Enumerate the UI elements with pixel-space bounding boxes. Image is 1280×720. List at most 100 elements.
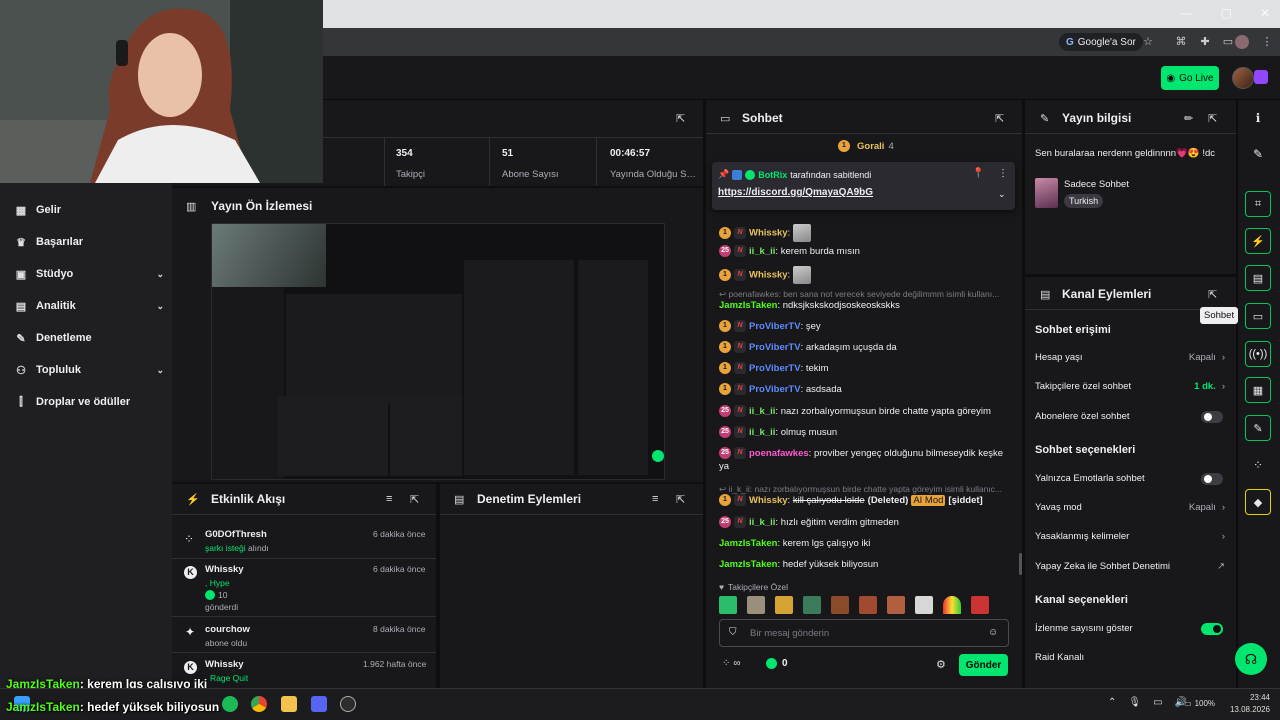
- more-options-icon[interactable]: ⋮: [998, 168, 1008, 179]
- browser-menu-icon[interactable]: ⋮: [1260, 35, 1274, 49]
- chat-message[interactable]: 1 N ProViberTV: tekim: [719, 362, 1015, 375]
- category-name[interactable]: Sadece Sohbet: [1064, 179, 1129, 190]
- emote-only-toggle[interactable]: [1201, 473, 1223, 485]
- filter-icon[interactable]: ≡: [386, 493, 392, 505]
- network-icon[interactable]: ▭: [1153, 697, 1162, 708]
- chat-username[interactable]: ii_k_ii: [749, 517, 775, 528]
- sidebar-item-analitik[interactable]: ▤ Analitik ⌄: [14, 297, 164, 315]
- popout-icon[interactable]: ⇱: [410, 493, 419, 506]
- maximize-button[interactable]: ▢: [1221, 6, 1232, 20]
- chat-message[interactable]: 1 N ProViberTV: asdsada: [719, 383, 1015, 396]
- tag-icon[interactable]: ◆: [1245, 489, 1271, 515]
- chat-message[interactable]: 1 N ProViberTV: şey: [719, 320, 1015, 333]
- popout-icon[interactable]: ⇱: [676, 112, 685, 125]
- notes-icon[interactable]: ▤: [1245, 265, 1271, 291]
- battery-indicator[interactable]: ▭ 100%: [1184, 699, 1215, 708]
- pinned-message[interactable]: 📌 BotRix tarafından sabitlendi 📍 ⋮ https…: [712, 162, 1015, 210]
- event-user[interactable]: courchow: [205, 624, 250, 635]
- chat-username[interactable]: ProViberTV: [749, 363, 801, 374]
- clip-icon[interactable]: ⌗: [1245, 191, 1271, 217]
- chat-mode-indicator[interactable]: ⁘ ∞: [722, 658, 741, 669]
- chat-username[interactable]: JamzIsTaken: [719, 538, 777, 549]
- chat-scrollbar[interactable]: [1019, 553, 1022, 575]
- chevron-up-icon[interactable]: ⌃: [1108, 697, 1116, 708]
- chat-message[interactable]: JamzIsTaken: hedef yüksek biliyosun: [719, 558, 1015, 571]
- chat-message[interactable]: 25 Npoenafawkes: proviber yengeç olduğunu…: [719, 447, 1015, 473]
- chat-username[interactable]: JamzIsTaken: [719, 559, 777, 570]
- emote-icon[interactable]: [775, 596, 793, 614]
- chat-username[interactable]: ProViberTV: [749, 384, 801, 395]
- filter-icon[interactable]: ≡: [652, 493, 658, 505]
- chat-username[interactable]: ii_k_ii: [749, 406, 775, 417]
- minimize-button[interactable]: —: [1181, 6, 1193, 20]
- user-avatar[interactable]: [1232, 67, 1254, 89]
- emote-icon[interactable]: [859, 596, 877, 614]
- subscribers-only-toggle[interactable]: [1201, 411, 1223, 423]
- edit-icon[interactable]: ✎: [1245, 141, 1271, 167]
- shapes-icon[interactable]: ⁘: [1245, 452, 1271, 478]
- banned-words-row[interactable]: Yasaklanmış kelimeler ›: [1035, 531, 1225, 542]
- popout-icon[interactable]: ⇱: [1208, 112, 1217, 125]
- category-thumbnail[interactable]: [1035, 178, 1058, 208]
- subscribers-only-row[interactable]: Abonelere özel sohbet: [1035, 411, 1225, 422]
- pinned-link[interactable]: https://discord.gg/QmayaQA9bG: [718, 187, 873, 198]
- chat-message[interactable]: 1 N ProViberTV: arkadaşım uçuşda da: [719, 341, 1015, 354]
- folder-icon[interactable]: [281, 696, 297, 712]
- emote-only-row[interactable]: Yalnızca Emotlarla sohbet: [1035, 473, 1225, 484]
- lightning-icon[interactable]: ⚡: [1245, 228, 1271, 254]
- popout-icon[interactable]: ⇱: [676, 493, 685, 506]
- chat-username[interactable]: Whissky: [749, 495, 788, 506]
- slow-mode-row[interactable]: Yavaş mod Kapalı ›: [1035, 502, 1225, 513]
- spotify-icon[interactable]: [222, 696, 238, 712]
- go-live-button[interactable]: ◉ Go Live: [1161, 66, 1219, 90]
- sidebar-item-droplar[interactable]: ⫿ Droplar ve ödüller: [14, 393, 164, 411]
- clock[interactable]: 23:44 13.08.2026: [1228, 693, 1270, 714]
- show-viewcount-row[interactable]: İzlenme sayısını göster: [1035, 623, 1225, 634]
- chevron-down-icon[interactable]: ⌄: [998, 189, 1006, 200]
- emote-icon[interactable]: [831, 596, 849, 614]
- emote-icon[interactable]: [915, 596, 933, 614]
- bookmark-star-icon[interactable]: ☆: [1141, 35, 1155, 49]
- chat-input[interactable]: ⛉ Bir mesaj gönderin ☺: [719, 619, 1009, 647]
- emote-icon[interactable]: [719, 596, 737, 614]
- sidebar-item-basarilar[interactable]: ♛ Başarılar: [14, 233, 164, 251]
- close-window-button[interactable]: ✕: [1260, 6, 1270, 20]
- chat-message[interactable]: 1 N Whissky:: [719, 266, 1015, 284]
- broadcast-icon[interactable]: ((•)): [1245, 341, 1271, 367]
- chat-username[interactable]: ii_k_ii: [749, 246, 775, 257]
- obs-icon[interactable]: [340, 696, 356, 712]
- popout-icon[interactable]: ⇱: [1208, 288, 1217, 301]
- wrench-icon[interactable]: ✎: [1245, 415, 1271, 441]
- chat-message[interactable]: 1 N Whissky: kill çalıyodu lolde (Deleted) A…: [719, 494, 1015, 507]
- help-button[interactable]: ☊: [1235, 643, 1267, 675]
- emote-icon[interactable]: [747, 596, 765, 614]
- event-user[interactable]: G0DOfThresh: [205, 529, 267, 540]
- send-button[interactable]: Gönder: [959, 654, 1008, 676]
- google-ask-button[interactable]: G Google'a Sor: [1059, 33, 1143, 51]
- sidebar-item-denetleme[interactable]: ✎ Denetleme: [14, 329, 164, 347]
- edit-icon[interactable]: ✏: [1184, 112, 1193, 125]
- event-user[interactable]: Whissky: [205, 564, 244, 575]
- microphone-icon[interactable]: 🎙: [1128, 697, 1141, 708]
- ai-moderation-row[interactable]: Yapay Zeka ile Sohbet Denetimi ↗: [1035, 561, 1225, 572]
- chat-bubble-icon[interactable]: ▭: [1245, 303, 1271, 329]
- info-icon[interactable]: ℹ: [1245, 105, 1271, 131]
- sidebar-item-gelir[interactable]: ▦ Gelir: [14, 201, 164, 219]
- chat-username[interactable]: Whissky: [749, 270, 788, 281]
- sidebar-item-topluluk[interactable]: ⚇ Topluluk ⌄: [14, 361, 164, 379]
- discord-icon[interactable]: [311, 696, 327, 712]
- sidepanel-icon[interactable]: ▭: [1221, 35, 1235, 49]
- chat-username[interactable]: Whissky: [749, 228, 788, 239]
- chat-username[interactable]: JamzIsTaken: [719, 300, 777, 311]
- channel-points[interactable]: 0: [766, 658, 788, 669]
- layout-icon[interactable]: ▦: [1245, 377, 1271, 403]
- chat-settings-icon[interactable]: ⚙: [936, 658, 946, 671]
- chat-message[interactable]: 25 Nii_k_ii: hızlı eğitim verdim gitmeden: [719, 516, 1015, 529]
- chat-username[interactable]: ii_k_ii: [749, 427, 775, 438]
- chat-message[interactable]: 25 Nii_k_ii: kerem burda mısın: [719, 245, 1015, 258]
- emote-icon[interactable]: [803, 596, 821, 614]
- extensions-icon[interactable]: ✚: [1198, 35, 1212, 49]
- chat-message[interactable]: JamzIsTaken: ndksjkskskodjsoskeoskskks: [719, 299, 1015, 312]
- unpin-icon[interactable]: 📍: [972, 168, 984, 179]
- followers-only-row[interactable]: Takipçilere özel sohbet 1 dk. ›: [1035, 381, 1225, 392]
